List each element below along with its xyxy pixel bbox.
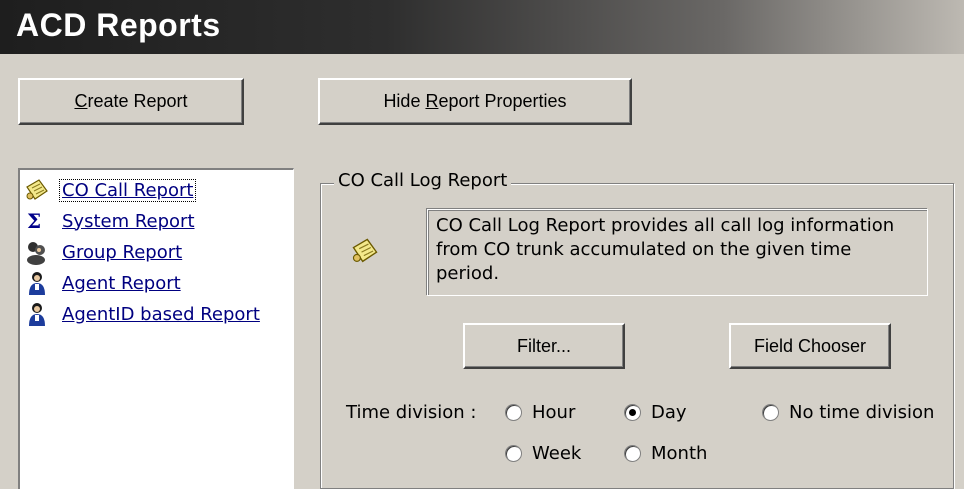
- radio-label: No time division: [789, 402, 935, 423]
- hide-report-properties-button[interactable]: Hide Report Properties: [318, 78, 632, 125]
- list-item-label: AgentID based Report: [62, 303, 260, 325]
- radio-no-time-division[interactable]: No time division: [762, 402, 934, 423]
- list-item-system-report[interactable]: Σ System Report: [24, 207, 195, 235]
- hide-report-properties-label: Hide Report Properties: [383, 91, 567, 111]
- report-list[interactable]: CO Call Report Σ System Report Group Rep…: [18, 168, 294, 489]
- title-bar: ACD Reports: [0, 0, 964, 54]
- sigma-icon: Σ: [24, 208, 50, 234]
- filter-button[interactable]: Filter...: [463, 323, 625, 369]
- list-item-label: CO Call Report: [59, 178, 197, 202]
- time-division-label: Time division :: [346, 402, 477, 423]
- radio-button[interactable]: [762, 404, 779, 421]
- radio-label: Day: [651, 402, 687, 423]
- create-report-button[interactable]: Create Report: [18, 78, 244, 125]
- radio-day[interactable]: Day: [624, 402, 687, 423]
- notepad-icon: [24, 177, 50, 203]
- window-title: ACD Reports: [16, 7, 221, 43]
- list-item-co-call-report[interactable]: CO Call Report: [24, 176, 197, 204]
- create-report-label: Create Report: [74, 91, 188, 111]
- radio-label: Week: [532, 443, 582, 464]
- list-item-label: Agent Report: [62, 272, 181, 294]
- list-item-group-report[interactable]: Group Report: [24, 238, 182, 266]
- radio-button[interactable]: [624, 404, 641, 421]
- group-people-icon: [24, 239, 50, 265]
- radio-label: Month: [651, 443, 708, 464]
- radio-month[interactable]: Month: [624, 443, 707, 464]
- list-item-label: Group Report: [62, 241, 183, 263]
- radio-button[interactable]: [505, 445, 522, 462]
- radio-button[interactable]: [505, 404, 522, 421]
- report-description: CO Call Log Report provides all call log…: [427, 209, 928, 296]
- group-title: CO Call Log Report: [334, 170, 512, 191]
- agent-person-icon: [24, 270, 50, 296]
- agent-person-icon: [24, 301, 50, 327]
- svg-text:Σ: Σ: [27, 209, 41, 233]
- list-item-agent-report[interactable]: Agent Report: [24, 269, 181, 297]
- list-item-label: System Report: [62, 210, 195, 232]
- radio-label: Hour: [532, 402, 576, 423]
- notepad-icon: [350, 236, 380, 266]
- list-item-agentid-based-report[interactable]: AgentID based Report: [24, 300, 260, 328]
- field-chooser-button[interactable]: Field Chooser: [729, 323, 891, 369]
- radio-hour[interactable]: Hour: [505, 402, 575, 423]
- radio-week[interactable]: Week: [505, 443, 581, 464]
- radio-button[interactable]: [624, 445, 641, 462]
